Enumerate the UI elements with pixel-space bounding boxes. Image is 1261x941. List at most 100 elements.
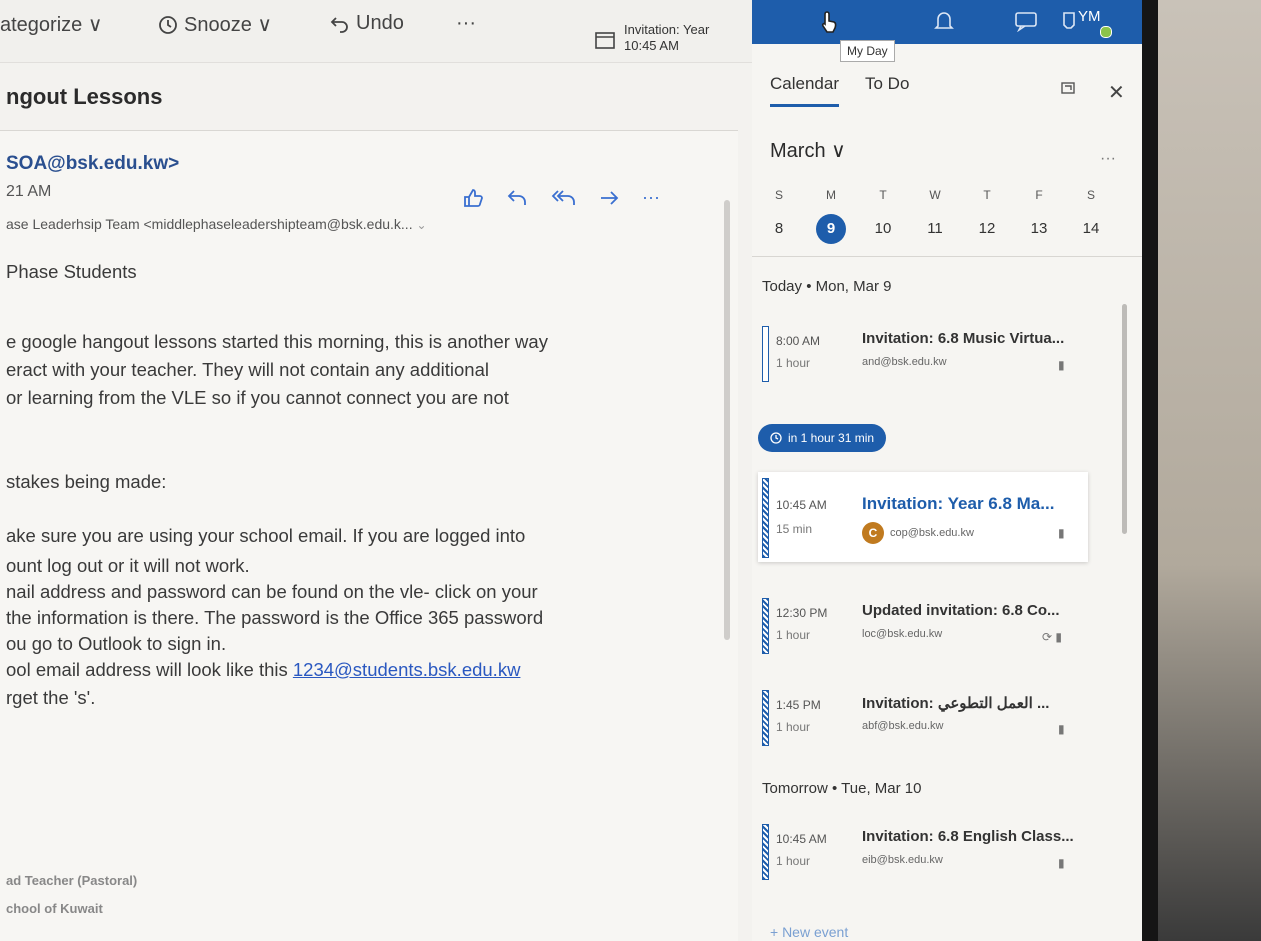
sender-address[interactable]: SOA@bsk.edu.kw> xyxy=(6,153,179,175)
body-line: or learning from the VLE so if you canno… xyxy=(6,387,509,408)
clock-icon xyxy=(770,432,782,444)
event-status-bar xyxy=(762,326,769,382)
event-status-bar xyxy=(762,690,769,746)
calendar-day[interactable]: 11 xyxy=(920,220,950,237)
reminder-time: 10:45 AM xyxy=(624,38,679,53)
organizer-avatar: C xyxy=(862,522,884,544)
body-line: eract with your teacher. They will not c… xyxy=(6,359,489,380)
calendar-day[interactable]: 10 xyxy=(868,220,898,237)
event-status-bar xyxy=(762,598,769,654)
body-text-span: ool email address will look like this xyxy=(6,659,293,680)
calendar-day[interactable]: 12 xyxy=(972,220,1002,237)
chat-icon xyxy=(1015,12,1037,33)
message-subject: ngout Lessons xyxy=(6,84,163,109)
message-toolbar: ategorize ∨ Snooze ∨ Undo ··· Invitation… xyxy=(0,0,752,63)
body-line: ount log out or it will not work. xyxy=(6,555,250,576)
event-organizer: loc@bsk.edu.kw xyxy=(862,628,942,640)
settings-button[interactable] xyxy=(1060,10,1078,37)
event-organizer: abf@bsk.edu.kw xyxy=(862,720,944,732)
like-icon[interactable] xyxy=(462,187,484,209)
event-duration: 15 min xyxy=(776,522,813,536)
event-time: 12:30 PM xyxy=(776,606,828,620)
feedback-button[interactable] xyxy=(1014,10,1038,37)
categorize-label: ategorize ∨ xyxy=(0,14,103,36)
snooze-button[interactable]: Snooze ∨ xyxy=(158,12,272,37)
event-organizer: C cop@bsk.edu.kw xyxy=(862,522,974,544)
tab-todo[interactable]: To Do xyxy=(865,74,909,107)
body-line: the information is there. The password i… xyxy=(6,607,544,628)
close-icon[interactable]: ✕ xyxy=(1108,80,1125,105)
agenda-event[interactable]: 8:00 AM 1 hour Invitation: 6.8 Music Vir… xyxy=(758,320,1088,386)
reply-icon[interactable] xyxy=(506,187,528,209)
chevron-down-icon[interactable]: ⌄ xyxy=(416,218,426,232)
organizer-email: abf@bsk.edu.kw xyxy=(862,720,944,732)
event-time: 10:45 AM xyxy=(776,832,827,846)
month-selector[interactable]: March ∨ xyxy=(770,138,846,163)
more-options-icon[interactable]: ··· xyxy=(642,187,660,209)
clock-icon xyxy=(159,15,177,34)
agenda-event[interactable]: 1:45 PM 1 hour Invitation: العمل التطوعي… xyxy=(758,684,1088,750)
recipient-line: ase Leaderhsip Team <middlephaseleadersh… xyxy=(6,216,427,232)
organizer-email: loc@bsk.edu.kw xyxy=(862,628,943,640)
agenda-event[interactable]: 12:30 PM 1 hour Updated invitation: 6.8 … xyxy=(758,592,1088,658)
divider xyxy=(752,256,1142,257)
expand-icon[interactable] xyxy=(1060,80,1076,96)
event-title: Updated invitation: 6.8 Co... xyxy=(862,602,1060,619)
reply-all-icon[interactable] xyxy=(550,187,576,209)
undo-button[interactable]: Undo xyxy=(330,12,404,35)
more-actions-button[interactable]: ··· xyxy=(456,12,476,35)
attachment-icon: ▮ xyxy=(1058,526,1065,540)
calendar-day-today[interactable]: 9 xyxy=(816,214,846,244)
new-event-button[interactable]: + New event xyxy=(770,924,848,940)
agenda-scrollbar[interactable] xyxy=(1122,304,1127,534)
event-title: Invitation: 6.8 English Class... xyxy=(862,828,1074,845)
event-time: 1:45 PM xyxy=(776,698,821,712)
weekday-label: T xyxy=(983,188,991,202)
my-day-button[interactable] xyxy=(818,10,840,39)
weekday-label: W xyxy=(929,188,941,202)
background-wall xyxy=(1158,0,1261,941)
weekday-label: M xyxy=(826,188,836,202)
agenda-event[interactable]: 10:45 AM 1 hour Invitation: 6.8 English … xyxy=(758,818,1088,884)
body-line: rget the 's'. xyxy=(6,687,96,708)
organizer-email: and@bsk.edu.kw xyxy=(862,356,947,368)
student-email-link[interactable]: 1234@students.bsk.edu.kw xyxy=(293,659,521,680)
body-line: ake sure you are using your school email… xyxy=(6,525,526,546)
reading-pane-scrollbar[interactable] xyxy=(724,200,730,640)
event-title: Invitation: العمل التطوعي ... xyxy=(862,695,1050,712)
categorize-button[interactable]: ategorize ∨ xyxy=(0,12,102,37)
notifications-button[interactable] xyxy=(934,10,954,37)
monitor-bezel xyxy=(1142,0,1158,941)
lightbulb-icon xyxy=(1063,12,1075,29)
tomorrow-header: Tomorrow • Tue, Mar 10 xyxy=(762,780,922,797)
event-duration: 1 hour xyxy=(776,854,811,868)
tab-calendar[interactable]: Calendar xyxy=(770,74,839,107)
event-organizer: and@bsk.edu.kw xyxy=(862,356,947,368)
event-duration: 1 hour xyxy=(776,356,811,370)
calendar-day[interactable]: 8 xyxy=(764,220,794,237)
agenda-event-upcoming[interactable]: 10:45 AM 15 min Invitation: Year 6.8 Ma.… xyxy=(758,472,1088,562)
event-title: Invitation: 6.8 Music Virtua... xyxy=(862,330,1065,347)
countdown-badge: in 1 hour 31 min xyxy=(758,424,887,452)
my-day-pane: Calendar To Do ✕ March ∨ ··· S M T W T F… xyxy=(752,44,1142,941)
countdown-text: in 1 hour 31 min xyxy=(788,431,875,445)
upcoming-invite-reminder[interactable]: Invitation: Year 10:45 AM xyxy=(594,22,709,54)
snooze-label: Snooze ∨ xyxy=(184,14,273,36)
account-avatar[interactable]: YM xyxy=(1078,8,1112,38)
undo-icon xyxy=(330,16,348,33)
weekday-label: S xyxy=(1086,188,1095,202)
calendar-day[interactable]: 13 xyxy=(1024,220,1054,237)
attachment-icon: ▮ xyxy=(1058,358,1065,372)
message-body-card: SOA@bsk.edu.kw> 21 AM ase Leaderhsip Tea… xyxy=(0,130,738,941)
forward-icon[interactable] xyxy=(598,187,620,209)
calendar-day[interactable]: 14 xyxy=(1076,220,1106,237)
calendar-more-icon[interactable]: ··· xyxy=(1100,150,1116,168)
pointer-hand-icon xyxy=(821,11,837,33)
signature-title: ad Teacher (Pastoral) xyxy=(6,873,138,888)
calendar-icon xyxy=(595,32,615,49)
signature-org: chool of Kuwait xyxy=(6,901,103,916)
attachment-icon: ▮ xyxy=(1058,722,1065,736)
event-duration: 1 hour xyxy=(776,720,811,734)
my-day-tabs: Calendar To Do xyxy=(770,74,909,107)
weekday-label: T xyxy=(879,188,887,202)
